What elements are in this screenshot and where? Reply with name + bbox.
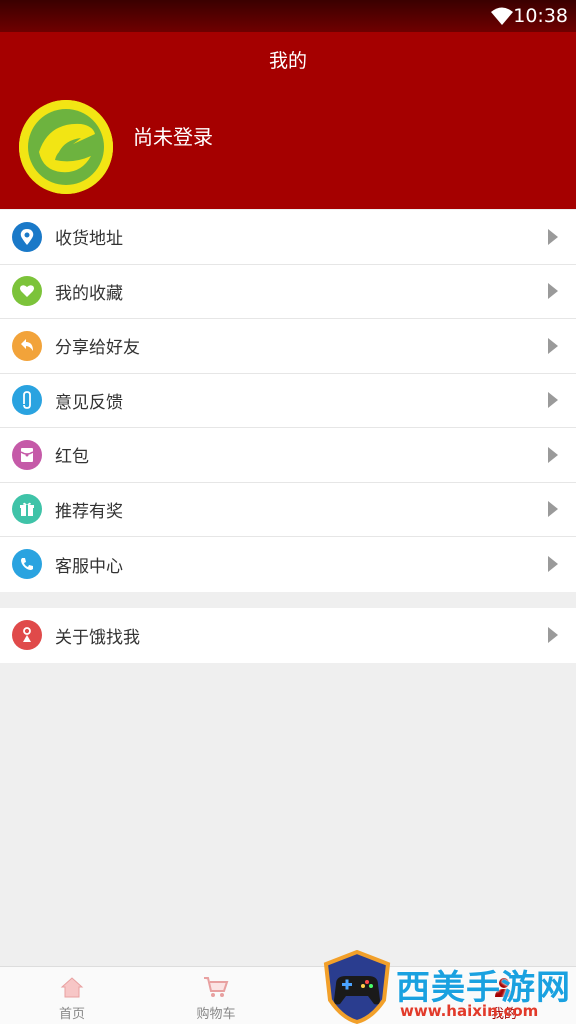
menu-item-address[interactable]: 收货地址 [0, 210, 576, 265]
cart-icon [204, 977, 229, 997]
menu-item-about[interactable]: 关于饿找我 [0, 608, 576, 663]
menu-item-favorites[interactable]: 我的收藏 [0, 265, 576, 319]
location-icon [12, 221, 42, 252]
tab-home[interactable]: 首页 [0, 967, 144, 1024]
chevron-right-icon [548, 283, 558, 300]
chevron-right-icon [548, 501, 558, 518]
page-title: 我的 [268, 50, 307, 72]
menu-group-main: 收货地址 我的收藏 分享给好友 意见反馈 红包 推荐有奖 客服中心 [0, 210, 576, 592]
chevron-right-icon [548, 337, 558, 354]
status-time: 10:38 [513, 5, 568, 27]
about-icon [12, 620, 42, 651]
menu-item-customer-service[interactable]: 客服中心 [0, 537, 576, 592]
red-packet-icon [12, 439, 42, 470]
heart-icon [12, 276, 42, 307]
tab-label: 首页 [58, 1007, 85, 1022]
home-icon [60, 977, 84, 998]
login-status[interactable]: 尚未登录 [133, 121, 213, 150]
watermark-url: www.haixin.com [400, 1002, 539, 1020]
tab-label: 购物车 [196, 1007, 236, 1022]
chevron-right-icon [548, 392, 558, 409]
menu-label: 客服中心 [55, 556, 123, 577]
wifi-icon [491, 7, 513, 25]
watermark: 西美手游网 www.haixin.com [320, 950, 576, 1024]
chevron-right-icon [548, 556, 558, 573]
menu-label: 收货地址 [55, 229, 123, 250]
menu-label: 意见反馈 [55, 392, 123, 413]
paperclip-icon [12, 385, 42, 416]
menu-item-red-packet[interactable]: 红包 [0, 428, 576, 483]
profile-header: 我的 尚未登录 [0, 32, 576, 209]
phone-icon [12, 549, 42, 580]
menu-label: 我的收藏 [55, 283, 123, 304]
gift-icon [12, 494, 42, 525]
chevron-right-icon [548, 446, 558, 463]
app-logo-icon [19, 100, 113, 194]
menu-label: 关于饿找我 [55, 627, 140, 648]
menu-label: 分享给好友 [55, 338, 140, 359]
menu-label: 红包 [55, 447, 89, 468]
gamepad-shield-icon [323, 950, 391, 1024]
menu-label: 推荐有奖 [55, 501, 123, 522]
status-bar: 10:38 [0, 0, 576, 32]
menu-item-share[interactable]: 分享给好友 [0, 319, 576, 374]
share-icon [12, 330, 42, 361]
menu-item-feedback[interactable]: 意见反馈 [0, 374, 576, 428]
chevron-right-icon [548, 228, 558, 245]
tab-cart[interactable]: 购物车 [144, 967, 288, 1024]
menu-group-about: 关于饿找我 [0, 608, 576, 663]
avatar[interactable] [19, 100, 113, 194]
chevron-right-icon [548, 627, 558, 644]
menu-item-referral[interactable]: 推荐有奖 [0, 483, 576, 537]
